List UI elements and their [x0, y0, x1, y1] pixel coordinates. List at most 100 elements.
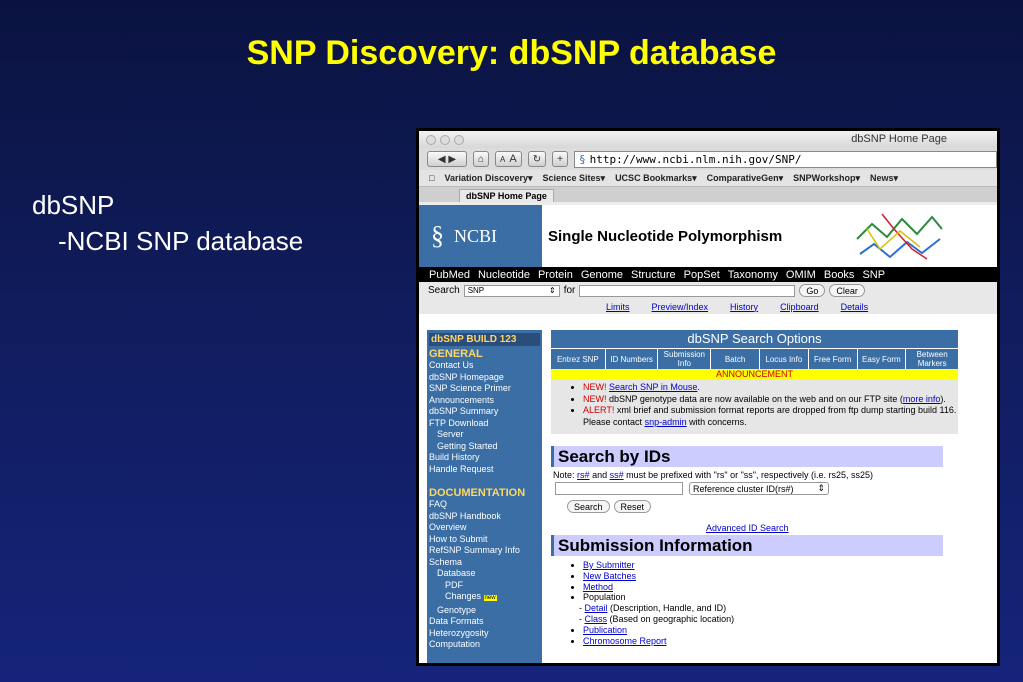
sidebar-item-snp-science-primer[interactable]: SNP Science Primer [429, 383, 540, 395]
nav-omim[interactable]: OMIM [786, 269, 816, 281]
ncbi-navbar: PubMed Nucleotide Protein Genome Structu… [419, 267, 997, 282]
molecule-image [856, 213, 943, 260]
announcement-item: ALERT! xml brief and submission format r… [583, 405, 958, 428]
link-class[interactable]: Class [585, 614, 608, 624]
search-db-select[interactable]: SNP ⇕ [463, 284, 560, 297]
new-badge: new [483, 595, 497, 601]
url-text: http://www.ncbi.nlm.nih.gov/SNP/ [589, 152, 802, 166]
sidebar-item-genotype[interactable]: Genotype [429, 605, 540, 617]
sidebar-item-dbsnp-homepage[interactable]: dbSNP Homepage [429, 372, 540, 384]
link-preview-index[interactable]: Preview/Index [652, 302, 709, 312]
sidebar-item-heterozygosity[interactable]: Heterozygosity [429, 628, 540, 640]
sidebar-item-handle-request[interactable]: Handle Request [429, 464, 540, 476]
nav-snp[interactable]: SNP [862, 269, 885, 281]
sidebar-item-build-history[interactable]: Build History [429, 452, 540, 464]
for-label: for [563, 285, 576, 296]
bookmarks-bar: □ Variation Discovery▾ Science Sites▾ UC… [419, 170, 997, 187]
sidebar-item-pdf[interactable]: PDF [429, 580, 540, 592]
link-advanced-id-search[interactable]: Advanced ID Search [706, 523, 957, 533]
sidebar-item-changes[interactable]: Changes new [429, 591, 540, 605]
announcement-item: NEW! Search SNP in Mouse. [583, 382, 958, 394]
sidebar-item-schema[interactable]: Schema [429, 557, 540, 569]
close-window-button[interactable] [426, 135, 436, 145]
link-chromosome-report[interactable]: Chromosome Report [583, 636, 667, 646]
link-snp-admin[interactable]: snp-admin [645, 417, 687, 427]
tab-locus-info[interactable]: Locus Info [759, 349, 808, 369]
tab-between-markers[interactable]: Between Markers [906, 349, 958, 369]
tab-submission-info[interactable]: Submission Info [658, 349, 711, 369]
add-bookmark-button[interactable]: + [552, 151, 568, 167]
list-item: Population [583, 592, 957, 603]
reload-button[interactable]: ↻ [527, 151, 547, 167]
id-type-select[interactable]: Reference cluster ID(rs#) ⇕ [689, 482, 829, 495]
link-detail[interactable]: Detail [585, 603, 608, 613]
tab-batch[interactable]: Batch [711, 349, 759, 369]
home-button[interactable]: ⌂ [473, 151, 490, 167]
link-clipboard[interactable]: Clipboard [780, 302, 819, 312]
link-limits[interactable]: Limits [606, 302, 630, 312]
sidebar-item-how-to-submit[interactable]: How to Submit [429, 534, 540, 546]
link-more-info[interactable]: more info [903, 394, 941, 404]
zoom-window-button[interactable] [454, 135, 464, 145]
bookmark-variation-discovery[interactable]: Variation Discovery▾ [444, 173, 532, 184]
bookmarks-book-icon[interactable]: □ [429, 173, 434, 183]
link-rs[interactable]: rs# [577, 470, 590, 480]
reset-button[interactable]: Reset [613, 500, 652, 513]
sidebar-item-computation[interactable]: Computation [429, 639, 540, 651]
id-input[interactable] [555, 482, 683, 495]
sidebar-item-contact-us[interactable]: Contact Us [429, 360, 540, 372]
back-forward-button[interactable]: ◀ ▶ [427, 151, 467, 167]
sidebar-item-refsnp-summary-info[interactable]: RefSNP Summary Info [429, 545, 540, 557]
link-method[interactable]: Method [583, 582, 613, 592]
link-history[interactable]: History [730, 302, 758, 312]
go-button[interactable]: Go [799, 284, 826, 297]
bookmark-ucsc-bookmarks[interactable]: UCSC Bookmarks▾ [615, 173, 697, 184]
link-new-batches[interactable]: New Batches [583, 571, 636, 581]
link-search-snp-mouse[interactable]: Search SNP in Mouse [609, 382, 697, 392]
tab-easy-form[interactable]: Easy Form [857, 349, 906, 369]
bookmark-science-sites[interactable]: Science Sites▾ [543, 173, 606, 184]
nav-popset[interactable]: PopSet [684, 269, 720, 281]
search-input[interactable] [579, 284, 796, 297]
browser-screenshot: dbSNP Home Page ◀ ▶ ⌂ AA ↻ + § http://www… [416, 128, 1000, 666]
bookmark-snpworkshop[interactable]: SNPWorkshop▾ [793, 173, 860, 184]
nav-genome[interactable]: Genome [581, 269, 623, 281]
sidebar-item-overview[interactable]: Overview [429, 522, 540, 534]
search-row: Search SNP ⇕ for Go Clear [419, 282, 997, 299]
nav-protein[interactable]: Protein [538, 269, 573, 281]
clear-button[interactable]: Clear [829, 284, 865, 297]
search-button[interactable]: Search [567, 500, 610, 513]
tab-dbsnp-home[interactable]: dbSNP Home Page [459, 189, 554, 202]
nav-books[interactable]: Books [824, 269, 855, 281]
text-size-button[interactable]: AA [495, 151, 522, 167]
tab-entrez-snp[interactable]: Entrez SNP [551, 349, 605, 369]
sidebar-item-ftp-download[interactable]: FTP Download [429, 418, 540, 430]
sidebar-item-dbsnp-summary[interactable]: dbSNP Summary [429, 406, 540, 418]
nav-pubmed[interactable]: PubMed [429, 269, 470, 281]
address-bar[interactable]: § http://www.ncbi.nlm.nih.gov/SNP/ [573, 150, 997, 168]
sidebar-item-faq[interactable]: FAQ [429, 499, 540, 511]
tab-free-form[interactable]: Free Form [808, 349, 857, 369]
window-titlebar: dbSNP Home Page [419, 131, 997, 148]
ids-note: Note: rs# and ss# must be prefixed with … [553, 470, 957, 480]
ncbi-logo[interactable]: § NCBI [419, 205, 542, 267]
sidebar-item-getting-started[interactable]: Getting Started [429, 441, 540, 453]
sidebar-item-database[interactable]: Database [429, 568, 540, 580]
link-publication[interactable]: Publication [583, 625, 627, 635]
sidebar-item-data-formats[interactable]: Data Formats [429, 616, 540, 628]
bookmark-comparativegen[interactable]: ComparativeGen▾ [707, 173, 784, 184]
link-details[interactable]: Details [841, 302, 869, 312]
nav-taxonomy[interactable]: Taxonomy [728, 269, 778, 281]
bookmark-news[interactable]: News▾ [870, 173, 898, 184]
nav-structure[interactable]: Structure [631, 269, 676, 281]
population-label: Population [583, 592, 626, 603]
sidebar-item-dbsnp-handbook[interactable]: dbSNP Handbook [429, 511, 540, 523]
sidebar-item-announcements[interactable]: Announcements [429, 395, 540, 407]
minimize-window-button[interactable] [440, 135, 450, 145]
tab-id-numbers[interactable]: ID Numbers [605, 349, 658, 369]
nav-nucleotide[interactable]: Nucleotide [478, 269, 530, 281]
sidebar-item-server[interactable]: Server [429, 429, 540, 441]
link-by-submitter[interactable]: By Submitter [583, 560, 635, 570]
link-ss[interactable]: ss# [610, 470, 624, 480]
id-type-value: Reference cluster ID(rs#) [693, 483, 794, 494]
